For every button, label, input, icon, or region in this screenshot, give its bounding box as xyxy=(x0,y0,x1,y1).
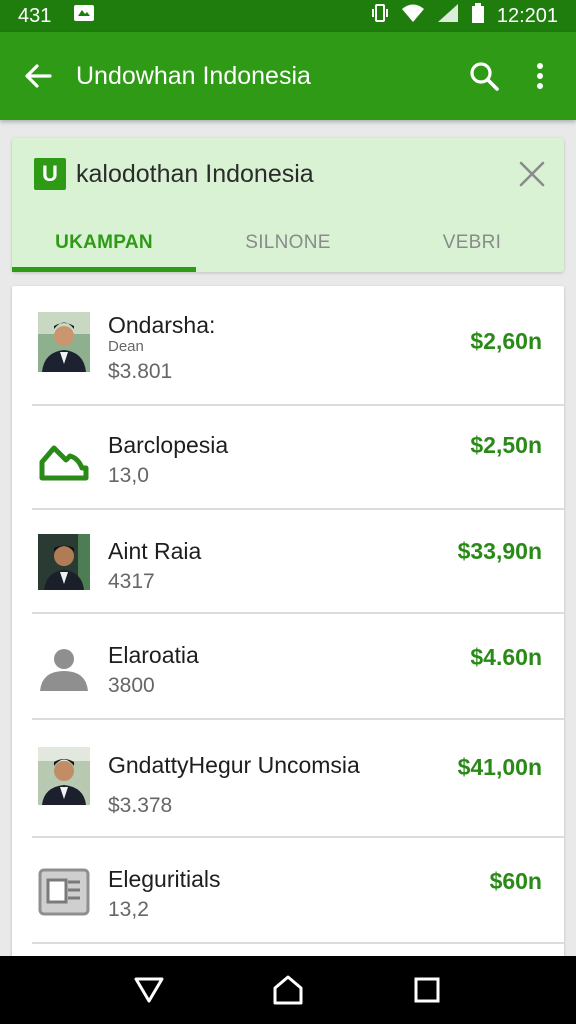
item-name: Eleguritials xyxy=(108,866,221,892)
tab-silnone[interactable]: SILNONE xyxy=(196,214,380,272)
person-placeholder-icon xyxy=(40,649,88,691)
tab-ukampan[interactable]: UKAMPAN xyxy=(12,214,196,272)
item-detail: $3.801 xyxy=(108,360,173,383)
person-photo-icon xyxy=(38,747,90,805)
nav-home-button[interactable] xyxy=(260,962,316,1018)
item-name: Aint Raia xyxy=(108,538,202,564)
item-name: GndattyHegur Uncomsia xyxy=(108,752,360,778)
triangle-back-icon xyxy=(134,977,164,1003)
search-icon xyxy=(470,62,499,91)
item-price: $2,50n xyxy=(470,432,542,458)
item-price: $4.60n xyxy=(470,644,542,670)
home-icon xyxy=(273,975,303,1005)
list-item[interactable]: Ondarsha: Dean $3.801 $2,60n xyxy=(12,286,564,406)
item-icon xyxy=(38,430,90,490)
tab-bar: UKAMPAN SILNONE VEBRI xyxy=(12,214,564,272)
tab-vebri[interactable]: VEBRI xyxy=(380,214,564,272)
item-price: $41,00n xyxy=(457,754,542,780)
signal-icon xyxy=(437,3,459,29)
arrow-back-icon xyxy=(25,64,52,88)
divider xyxy=(32,942,564,944)
document-icon xyxy=(38,868,90,916)
list-item[interactable]: Elaroatia 3800 $4.60n xyxy=(12,614,564,720)
nav-recents-button[interactable] xyxy=(399,962,455,1018)
close-icon xyxy=(519,161,545,187)
item-price: $60n xyxy=(489,868,542,894)
item-detail: $3.378 xyxy=(108,794,173,817)
item-name: Barclopesia xyxy=(108,432,229,458)
avatar xyxy=(38,312,90,372)
person-photo-icon xyxy=(38,312,90,372)
status-bar: 431 12:201 xyxy=(0,0,576,32)
notification-icon xyxy=(73,4,95,28)
avatar xyxy=(38,532,90,592)
status-time-left: 431 xyxy=(18,4,52,27)
battery-icon xyxy=(471,3,485,29)
item-name: Elaroatia xyxy=(108,642,199,668)
list-item[interactable]: Barclopesia 13,0 $2,50n xyxy=(12,406,564,510)
item-detail: 13,0 xyxy=(108,464,149,487)
item-price: $33,90n xyxy=(457,538,542,564)
more-vert-icon xyxy=(537,63,543,89)
item-detail: 4317 xyxy=(108,570,155,593)
item-detail: 3800 xyxy=(108,674,155,697)
system-nav-bar xyxy=(0,956,576,1024)
card-title: kalodothan Indonesia xyxy=(76,160,314,188)
wifi-icon xyxy=(401,3,425,29)
avatar-placeholder xyxy=(38,638,90,698)
list-item[interactable]: Aint Raia 4317 $33,90n xyxy=(12,510,564,614)
item-price: $2,60n xyxy=(470,328,542,354)
status-clock: 12:201 xyxy=(496,4,558,27)
items-list: Ondarsha: Dean $3.801 $2,60n Barclopesia… xyxy=(12,286,564,966)
overflow-menu-button[interactable] xyxy=(512,32,568,120)
cloud-outline-icon xyxy=(39,445,89,481)
list-item[interactable]: GndattyHegur Uncomsia $3.378 $41,00n xyxy=(12,720,564,838)
back-button[interactable] xyxy=(0,32,76,120)
item-name: Ondarsha: xyxy=(108,312,216,338)
header-card: U kalodothan Indonesia UKAMPAN SILNONE V… xyxy=(12,138,564,272)
person-photo-icon xyxy=(38,534,90,590)
app-bar: Undowhan Indonesia xyxy=(0,32,576,120)
square-recents-icon xyxy=(414,977,440,1003)
nav-back-button[interactable] xyxy=(121,962,177,1018)
search-button[interactable] xyxy=(456,32,512,120)
item-icon xyxy=(38,862,90,922)
item-subtitle: Dean xyxy=(108,338,144,355)
list-item[interactable]: Eleguritials 13,2 $60n xyxy=(12,838,564,944)
item-detail: 13,2 xyxy=(108,898,149,921)
close-button[interactable] xyxy=(516,158,548,190)
app-logo: U xyxy=(34,158,66,190)
page-title: Undowhan Indonesia xyxy=(76,61,311,90)
avatar xyxy=(38,746,90,806)
vibrate-icon xyxy=(371,3,389,29)
